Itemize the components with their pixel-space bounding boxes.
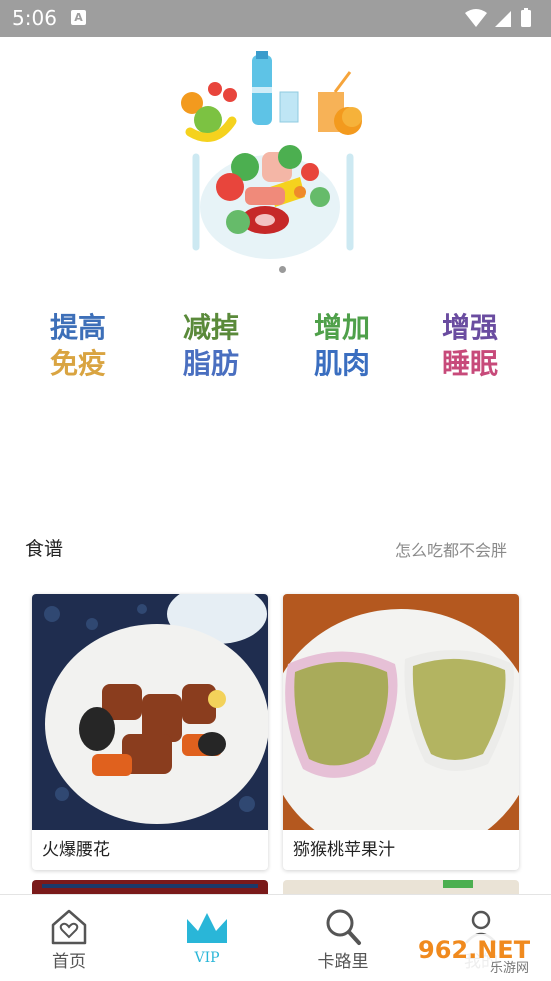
section-title: 食谱 [25,538,64,560]
goal-improve-immunity[interactable]: 提高 免疫 [33,310,123,400]
recipes-header: 食谱 怎么吃都不会胖 [0,530,551,566]
section-subtitle[interactable]: 怎么吃都不会胖 [395,537,507,561]
goal-line: 免疫 [49,347,106,380]
search-icon [326,909,361,945]
tab-label: 卡路里 [317,952,369,972]
notification-icon: A [71,10,86,25]
goal-lose-fat[interactable]: 减掉 脂肪 [166,310,256,400]
signal-icon [495,11,511,27]
recipe-image [283,594,519,830]
tab-label: VIP [194,950,220,966]
watermark-sub: 乐游网 [490,961,529,976]
goal-line: 肌肉 [313,347,370,380]
goal-buttons: 提高 免疫 减掉 脂肪 增加 肌肉 增强 睡眠 [0,310,551,400]
goal-line: 提高 [49,311,106,344]
goal-line: 脂肪 [182,347,239,380]
status-time: 5:06 [12,6,57,30]
tab-home[interactable]: 首页 [19,895,119,981]
banner-illustration[interactable] [0,37,551,287]
goal-line: 增强 [441,311,498,344]
goal-gain-muscle[interactable]: 增加 肌肉 [297,310,387,400]
tab-label: 首页 [52,952,86,972]
status-bar: 5:06 A [0,0,551,37]
recipe-name: 火爆腰花 [42,840,110,860]
home-heart-icon [51,909,87,945]
tab-vip[interactable]: VIP [157,895,257,981]
recipe-card[interactable]: 火爆腰花 [32,594,268,870]
goal-line: 减掉 [182,311,239,344]
recipe-image [32,594,268,830]
goal-line: 睡眠 [441,347,498,380]
banner-page-indicator [279,266,286,273]
recipe-card[interactable]: 猕猴桃苹果汁 [283,594,519,870]
crown-icon [187,913,227,943]
recipe-name: 猕猴桃苹果汁 [293,840,395,860]
wifi-icon [465,9,487,27]
goal-line: 增加 [313,311,370,344]
tab-calories[interactable]: 卡路里 [293,895,393,981]
watermark-logo: 962.NET 乐游网 [412,934,546,976]
watermark-brand: 962.NET [418,936,531,964]
battery-icon [521,10,531,27]
goal-improve-sleep[interactable]: 增强 睡眠 [425,310,515,400]
status-icons [465,8,531,27]
